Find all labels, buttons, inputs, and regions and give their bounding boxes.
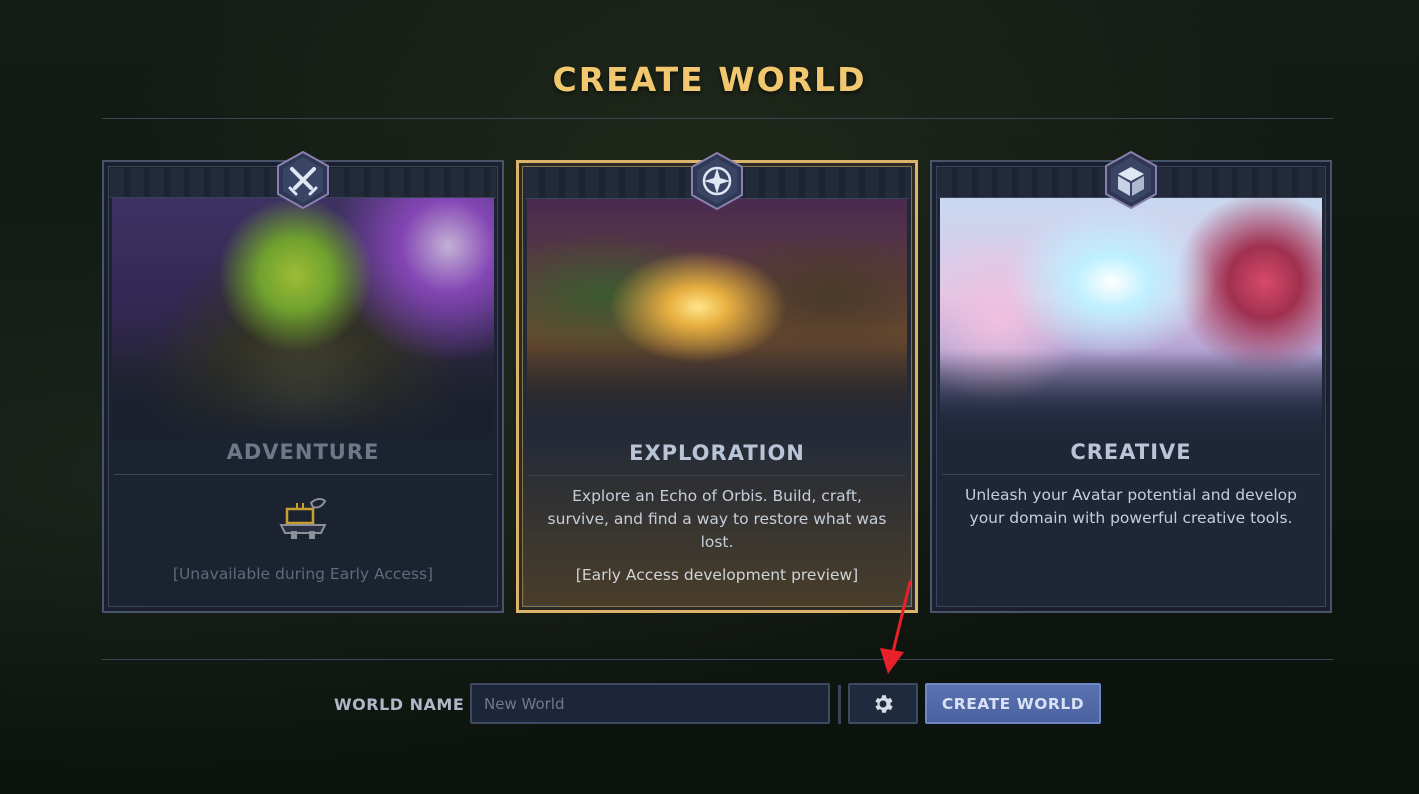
cube-icon bbox=[1103, 150, 1159, 210]
top-divider bbox=[102, 118, 1334, 119]
mode-name: CREATIVE bbox=[1070, 440, 1192, 464]
crossed-swords-icon bbox=[275, 150, 331, 210]
create-world-button[interactable]: CREATE WORLD bbox=[925, 683, 1101, 724]
unavailable-icon bbox=[275, 495, 331, 543]
card-corner-ornament bbox=[936, 579, 970, 607]
separator bbox=[838, 685, 841, 724]
card-divider bbox=[942, 474, 1320, 475]
mode-card-creative[interactable]: CREATIVE Unleash your Avatar potential a… bbox=[930, 150, 1332, 613]
card-divider bbox=[114, 474, 492, 475]
mode-note: [Early Access development preview] bbox=[575, 566, 859, 584]
mode-note: [Unavailable during Early Access] bbox=[172, 565, 434, 583]
compass-star-icon bbox=[689, 151, 745, 211]
mode-description: Explore an Echo of Orbis. Build, craft, … bbox=[547, 487, 887, 551]
page-title: CREATE WORLD bbox=[552, 60, 867, 99]
bottom-divider bbox=[102, 659, 1334, 660]
world-form: WORLD NAME CREATE WORLD bbox=[0, 683, 1419, 725]
mode-card-adventure[interactable]: ADVENTURE [Unavailable during Early Acce… bbox=[102, 150, 504, 613]
gear-icon bbox=[875, 694, 893, 713]
card-corner-ornament bbox=[523, 578, 557, 606]
card-divider bbox=[529, 475, 905, 476]
mode-description: Unleash your Avatar potential and develo… bbox=[964, 486, 1298, 527]
card-corner-ornament bbox=[464, 579, 498, 607]
world-settings-button[interactable] bbox=[848, 683, 918, 724]
world-name-input[interactable] bbox=[470, 683, 830, 724]
annotation-arrow bbox=[880, 580, 912, 674]
mode-name: ADVENTURE bbox=[226, 440, 380, 464]
world-name-label: WORLD NAME bbox=[334, 695, 465, 714]
mode-name: EXPLORATION bbox=[629, 441, 805, 465]
mode-card-exploration[interactable]: EXPLORATION Explore an Echo of Orbis. Bu… bbox=[516, 151, 918, 613]
exploration-artwork bbox=[527, 199, 907, 439]
creative-artwork bbox=[940, 198, 1322, 438]
adventure-artwork bbox=[112, 198, 494, 438]
card-corner-ornament bbox=[108, 579, 142, 607]
card-corner-ornament bbox=[1292, 579, 1326, 607]
